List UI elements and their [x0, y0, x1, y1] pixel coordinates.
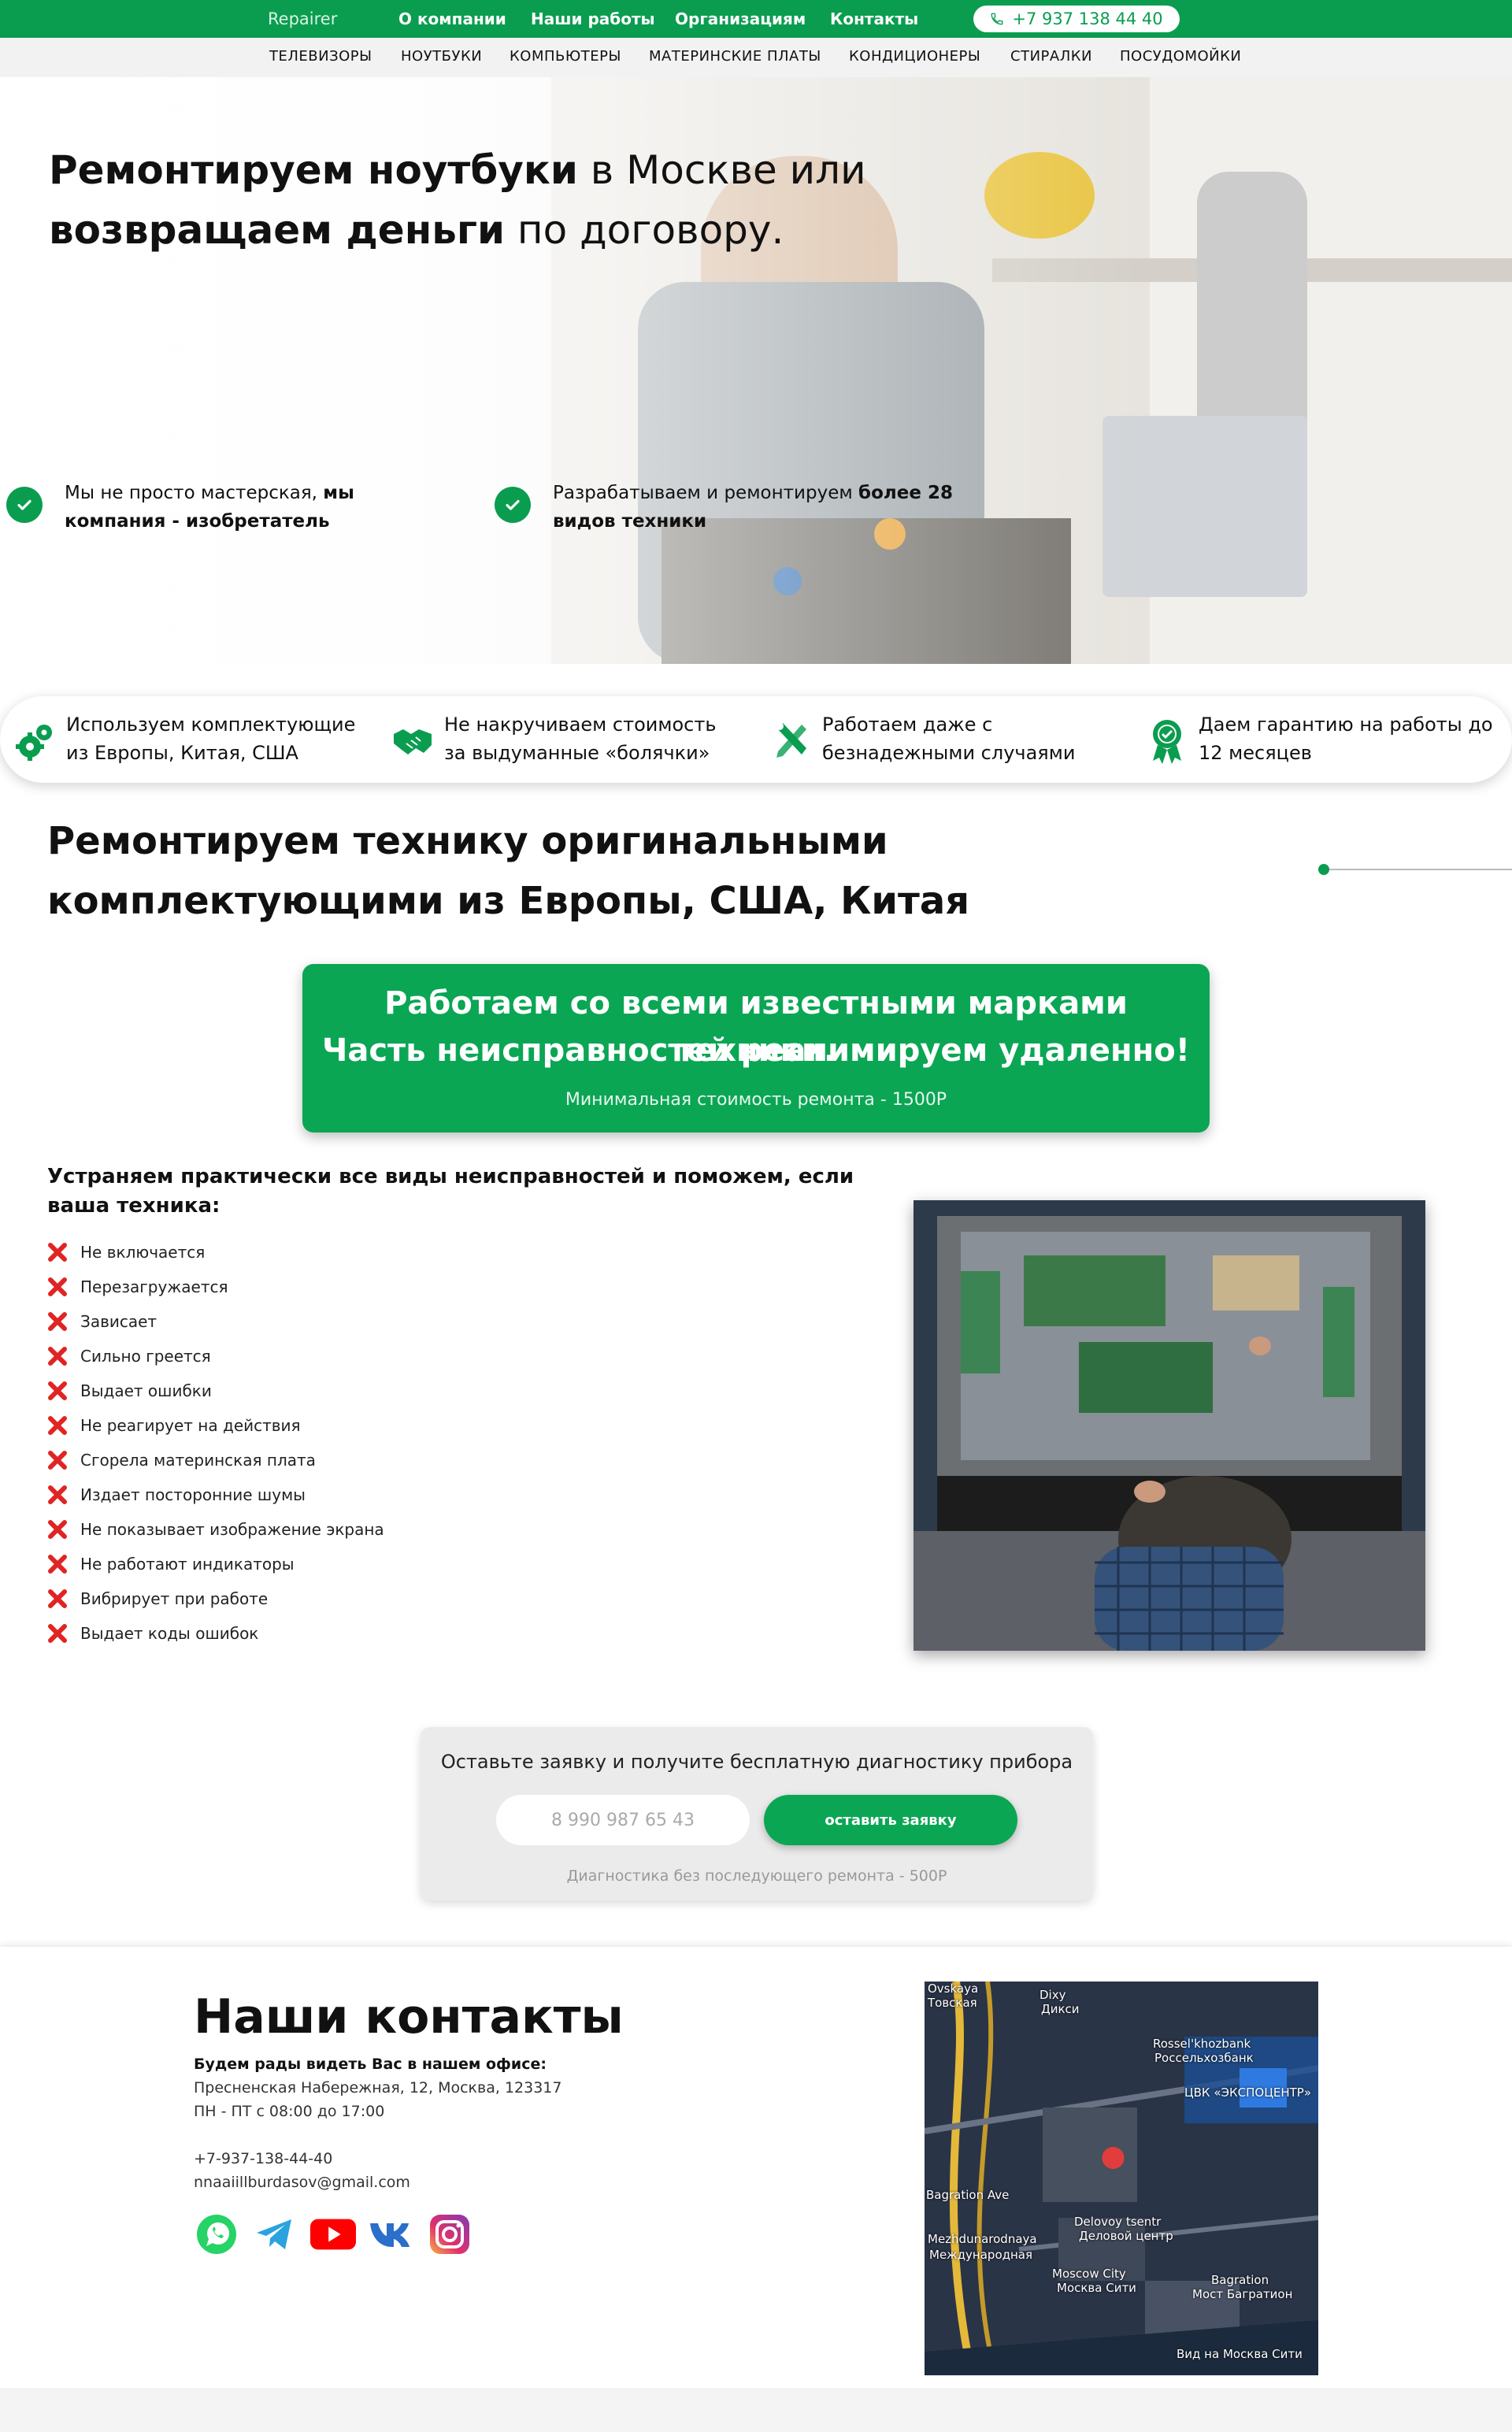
- hero-feature-inventor: Мы не просто мастерская, мы компания - и…: [6, 479, 411, 536]
- cross-icon: [46, 1552, 69, 1576]
- category-computers[interactable]: КОМПЬЮТЕРЫ: [510, 48, 621, 65]
- cross-icon: [46, 1275, 69, 1299]
- cross-icon: [46, 1379, 69, 1403]
- cross-icon: [46, 1240, 69, 1264]
- cross-icon: [46, 1448, 69, 1472]
- hero-title: Ремонтируем ноутбуки в Москве или возвра…: [49, 147, 866, 253]
- category-dishwashers[interactable]: ПОСУДОМОЙКИ: [1120, 48, 1241, 65]
- repair-photo: [914, 1200, 1425, 1651]
- vk-icon[interactable]: [369, 2211, 414, 2257]
- check-icon: [6, 487, 43, 523]
- nav-works[interactable]: Наши работы: [531, 9, 655, 28]
- contact-email[interactable]: nnaaiillburdasov@gmail.com: [194, 2174, 410, 2191]
- diagnostic-note: Диагностика без последующего ремонта - 5…: [566, 1867, 947, 1885]
- category-tv[interactable]: ТЕЛЕВИЗОРЫ: [269, 48, 372, 65]
- phone-number: +7 937 138 44 40: [1012, 9, 1163, 28]
- nav-about[interactable]: О компании: [398, 9, 506, 28]
- problems-heading: Устраняем практически все виды неисправн…: [47, 1165, 854, 1218]
- handshake-icon: [394, 729, 432, 754]
- list-item: Выдает ошибки: [46, 1374, 384, 1408]
- cross-icon: [46, 1483, 69, 1507]
- min-price: Минимальная стоимость ремонта - 1500Р: [565, 1090, 947, 1110]
- cross-icon: [46, 1414, 69, 1437]
- brand-logo[interactable]: Repairer: [268, 9, 337, 28]
- list-item: Перезагружается: [46, 1270, 384, 1304]
- phone-icon: [991, 13, 1003, 25]
- contact-phone[interactable]: +7-937-138-44-40: [194, 2150, 332, 2167]
- office-hours: ПН - ПТ с 08:00 до 17:00: [194, 2103, 385, 2120]
- contacts-title: Наши контакты: [194, 1989, 624, 2045]
- contacts-lead: Будем рады видеть Вас в нашем офисе:: [194, 2056, 547, 2073]
- benefit-hopeless-cases: Работаем даже с безнадежными случаями: [770, 710, 1106, 767]
- list-item: Издает посторонние шумы: [46, 1477, 384, 1512]
- list-item: Не работают индикаторы: [46, 1547, 384, 1581]
- slider-track: [1323, 869, 1512, 870]
- category-motherboards[interactable]: МАТЕРИНСКИЕ ПЛАТЫ: [649, 48, 821, 65]
- check-icon: [495, 487, 531, 523]
- benefit-components: Используем комплектующие из Европы, Кита…: [14, 710, 381, 767]
- footer-strip: [0, 2388, 1512, 2432]
- request-form: Оставьте заявку и получите бесплатную ди…: [421, 1727, 1093, 1900]
- list-item: Вибрирует при работе: [46, 1581, 384, 1616]
- cross-icon: [46, 1622, 69, 1645]
- benefit-warranty: Даем гарантию на работы до 12 месяцев: [1147, 710, 1512, 767]
- nav-organizations[interactable]: Организациям: [675, 9, 806, 28]
- benefits-bar: Используем комплектующие из Европы, Кита…: [0, 696, 1512, 783]
- submit-request-button[interactable]: оставить заявку: [764, 1795, 1017, 1845]
- list-item: Не включается: [46, 1235, 384, 1270]
- location-map[interactable]: Dixy Дикси Rossel'khozbank Россельхозбан…: [925, 1982, 1318, 2375]
- list-item: Выдает коды ошибок: [46, 1616, 384, 1651]
- section-title: Ремонтируем технику оригинальными компле…: [47, 819, 970, 923]
- category-laptops[interactable]: НОУТБУКИ: [401, 48, 482, 65]
- list-item: Зависает: [46, 1304, 384, 1339]
- cross-icon: [46, 1344, 69, 1368]
- category-washers[interactable]: СТИРАЛКИ: [1010, 48, 1092, 65]
- telegram-icon[interactable]: [252, 2211, 298, 2257]
- top-bar: Repairer О компании Наши работы Организа…: [0, 0, 1512, 38]
- social-links: [194, 2211, 472, 2257]
- address: Пресненская Набережная, 12, Москва, 1233…: [194, 2079, 562, 2096]
- phone-button[interactable]: +7 937 138 44 40: [973, 6, 1180, 32]
- gears-icon: [16, 725, 52, 761]
- hero-feature-28-types: Разрабатываем и ремонтируем более 28 вид…: [495, 479, 962, 536]
- benefit-fair-price: Не накручиваем стоимость за выдуманные «…: [392, 710, 743, 767]
- category-bar: ТЕЛЕВИЗОРЫ НОУТБУКИ КОМПЬЮТЕРЫ МАТЕРИНСК…: [0, 38, 1512, 77]
- tools-icon: [776, 722, 806, 758]
- hero-section: Ремонтируем ноутбуки в Москве или возвра…: [0, 77, 1512, 664]
- cross-icon: [46, 1587, 69, 1611]
- cross-icon: [46, 1310, 69, 1333]
- cross-icon: [46, 1518, 69, 1541]
- whatsapp-icon[interactable]: [194, 2211, 239, 2257]
- award-icon: [1153, 720, 1181, 764]
- phone-input[interactable]: [496, 1795, 750, 1845]
- slider-dot[interactable]: [1318, 864, 1329, 875]
- problems-list: Не включается Перезагружается Зависает С…: [46, 1235, 384, 1651]
- list-item: Сгорела материнская плата: [46, 1443, 384, 1477]
- instagram-icon[interactable]: [427, 2211, 472, 2257]
- brands-card: Работаем со всеми известными марками тех…: [302, 964, 1210, 1133]
- nav-contacts[interactable]: Контакты: [830, 9, 918, 28]
- list-item: Не показывает изображение экрана: [46, 1512, 384, 1547]
- request-title: Оставьте заявку и получите бесплатную ди…: [440, 1751, 1073, 1773]
- list-item: Не реагирует на действия: [46, 1408, 384, 1443]
- youtube-icon[interactable]: [310, 2211, 356, 2257]
- category-air-conditioners[interactable]: КОНДИЦИОНЕРЫ: [849, 48, 980, 65]
- contacts-section: Наши контакты Будем рады видеть Вас в на…: [0, 1947, 1512, 2388]
- list-item: Сильно греется: [46, 1339, 384, 1374]
